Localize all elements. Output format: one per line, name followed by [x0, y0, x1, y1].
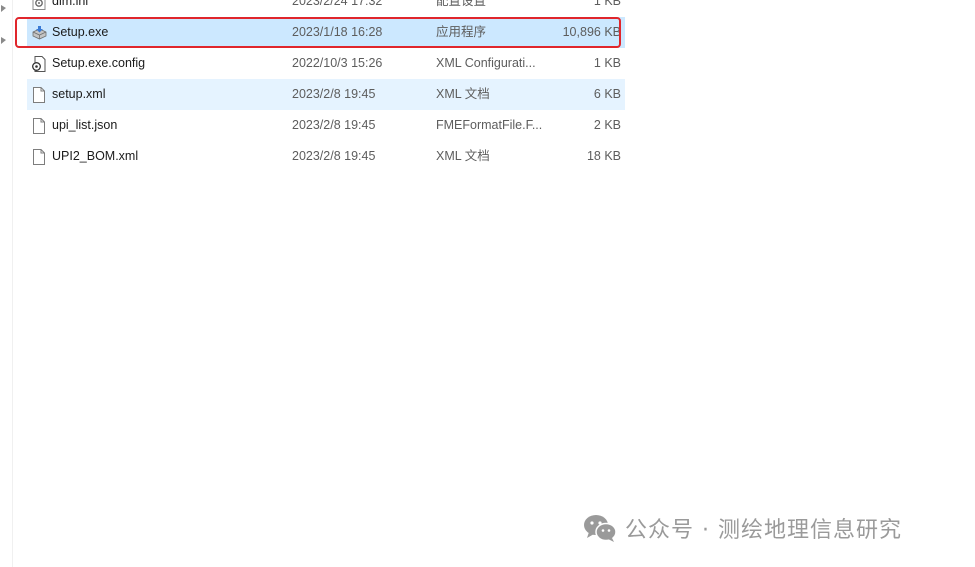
file-type: XML 文档	[436, 87, 490, 101]
file-date: 2023/2/8 19:45	[292, 118, 376, 132]
file-size: 1 KB	[593, 56, 621, 70]
document-icon	[32, 118, 46, 134]
file-size: 10,896 KB	[562, 25, 621, 39]
file-date: 2023/2/8 19:45	[292, 149, 376, 163]
file-name: upi_list.json	[52, 118, 118, 132]
file-list: dim.ini 2023/2/24 17:32 配置设置 1 KB Setup.…	[27, 0, 625, 172]
wechat-icon	[584, 515, 617, 542]
file-type: 应用程序	[436, 25, 487, 39]
document-icon	[32, 87, 46, 103]
file-type: XML 文档	[436, 149, 490, 163]
document-icon	[32, 149, 46, 165]
file-row-dim-ini[interactable]: dim.ini 2023/2/24 17:32 配置设置 1 KB	[27, 0, 625, 17]
file-row-upi-list-json[interactable]: upi_list.json 2023/2/8 19:45 FMEFormatFi…	[27, 110, 625, 141]
file-date: 2022/10/3 15:26	[292, 56, 383, 70]
file-row-setup-exe[interactable]: Setup.exe 2023/1/18 16:28 应用程序 10,896 KB	[27, 17, 625, 48]
file-name: setup.xml	[52, 87, 106, 101]
watermark-text: 公众号 · 测绘地理信息研究	[625, 518, 902, 543]
file-type: XML Configurati...	[436, 56, 536, 70]
file-name: Setup.exe	[52, 25, 109, 39]
watermark: 公众号 · 测绘地理信息研究	[583, 511, 902, 545]
file-size: 1 KB	[593, 0, 621, 8]
pin-icon	[1, 5, 6, 12]
file-name: UPI2_BOM.xml	[52, 149, 139, 163]
file-date: 2023/2/24 17:32	[292, 0, 383, 8]
settings-file-icon	[32, 0, 46, 10]
installer-icon	[32, 25, 47, 41]
file-size: 2 KB	[593, 118, 621, 132]
file-row-upi2-bom-xml[interactable]: UPI2_BOM.xml 2023/2/8 19:45 XML 文档 18 KB	[27, 141, 625, 172]
pane-divider	[12, 0, 13, 567]
pin-icon	[1, 37, 6, 44]
navigation-pane-edge	[0, 0, 13, 567]
file-date: 2023/2/8 19:45	[292, 87, 376, 101]
file-type: FMEFormatFile.F...	[436, 118, 543, 132]
file-name: Setup.exe.config	[52, 56, 146, 70]
file-type: 配置设置	[436, 0, 487, 8]
file-row-setup-xml[interactable]: setup.xml 2023/2/8 19:45 XML 文档 6 KB	[27, 79, 625, 110]
file-row-setup-exe-config[interactable]: Setup.exe.config 2022/10/3 15:26 XML Con…	[27, 48, 625, 79]
config-file-icon	[32, 56, 46, 72]
file-size: 6 KB	[593, 87, 621, 101]
file-date: 2023/1/18 16:28	[292, 25, 383, 39]
file-name: dim.ini	[52, 0, 89, 8]
file-size: 18 KB	[586, 149, 621, 163]
